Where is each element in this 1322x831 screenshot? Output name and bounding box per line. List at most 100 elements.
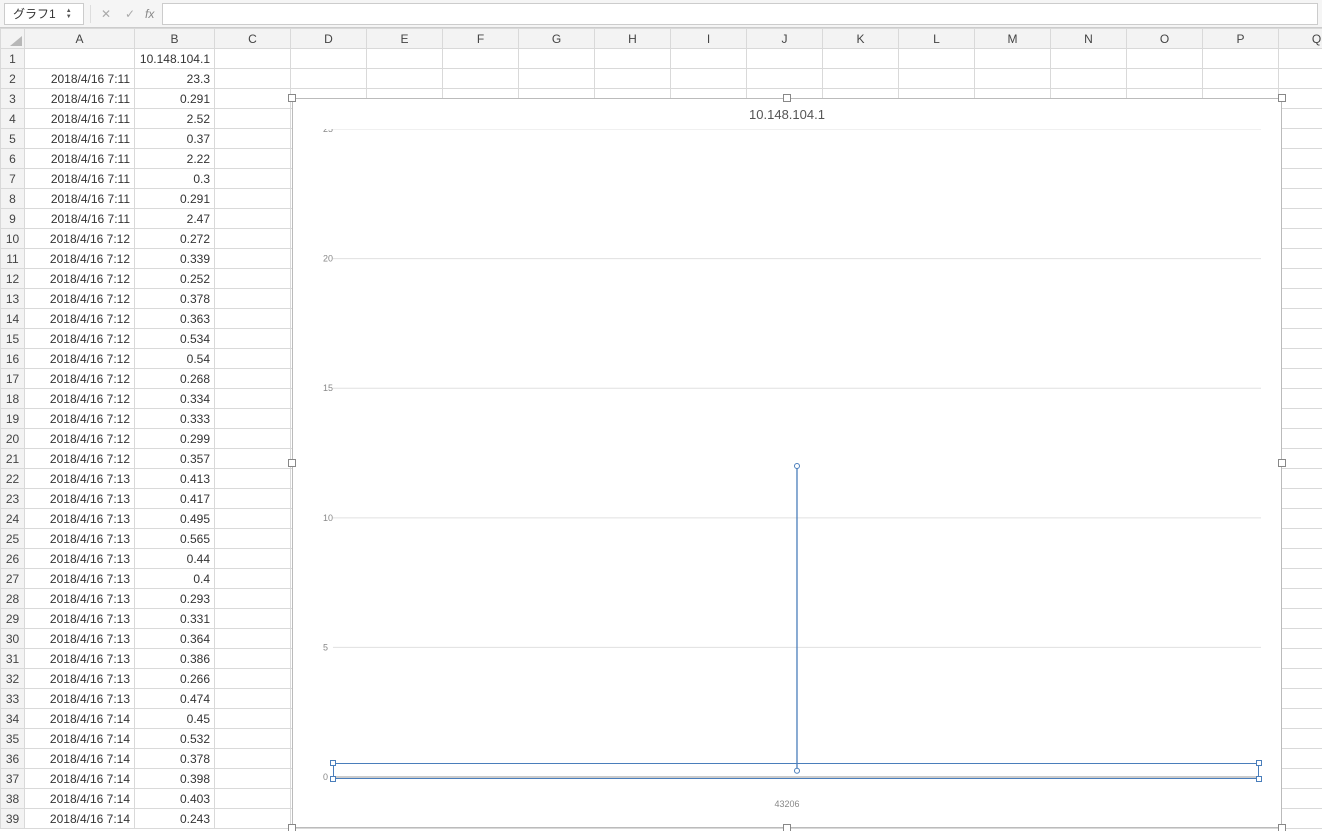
- cell[interactable]: [215, 149, 291, 169]
- cell[interactable]: [1279, 429, 1322, 449]
- cell[interactable]: [215, 229, 291, 249]
- cell[interactable]: 2018/4/16 7:12: [25, 269, 135, 289]
- resize-handle[interactable]: [783, 824, 791, 831]
- cell[interactable]: 0.403: [135, 789, 215, 809]
- cell[interactable]: [367, 69, 443, 89]
- cell[interactable]: [1279, 309, 1322, 329]
- cell[interactable]: 0.291: [135, 189, 215, 209]
- cell[interactable]: [1279, 509, 1322, 529]
- cell[interactable]: [443, 49, 519, 69]
- col-header[interactable]: H: [595, 29, 671, 49]
- cell[interactable]: 0.4: [135, 569, 215, 589]
- cell[interactable]: 0.398: [135, 769, 215, 789]
- cell[interactable]: [1203, 49, 1279, 69]
- cell[interactable]: [1279, 629, 1322, 649]
- cell[interactable]: [215, 369, 291, 389]
- row-header[interactable]: 22: [1, 469, 25, 489]
- cell[interactable]: [215, 689, 291, 709]
- cell[interactable]: 0.413: [135, 469, 215, 489]
- cell[interactable]: 2018/4/16 7:13: [25, 669, 135, 689]
- row-header[interactable]: 1: [1, 49, 25, 69]
- cell[interactable]: [215, 669, 291, 689]
- row-header[interactable]: 35: [1, 729, 25, 749]
- cell[interactable]: [215, 469, 291, 489]
- cell[interactable]: [595, 49, 671, 69]
- cell[interactable]: 2018/4/16 7:14: [25, 789, 135, 809]
- cell[interactable]: [823, 69, 899, 89]
- col-header[interactable]: L: [899, 29, 975, 49]
- formula-input[interactable]: [162, 3, 1318, 25]
- row-header[interactable]: 17: [1, 369, 25, 389]
- cell[interactable]: [899, 69, 975, 89]
- cell[interactable]: [1279, 529, 1322, 549]
- cell[interactable]: [823, 49, 899, 69]
- chart-object[interactable]: 10.148.104.1 0510152025 43206: [292, 98, 1282, 828]
- cell[interactable]: [215, 309, 291, 329]
- cell[interactable]: 2018/4/16 7:11: [25, 69, 135, 89]
- cell[interactable]: 0.44: [135, 549, 215, 569]
- col-header[interactable]: O: [1127, 29, 1203, 49]
- cell[interactable]: 0.266: [135, 669, 215, 689]
- cell[interactable]: 0.495: [135, 509, 215, 529]
- row-header[interactable]: 32: [1, 669, 25, 689]
- row-header[interactable]: 37: [1, 769, 25, 789]
- col-header[interactable]: M: [975, 29, 1051, 49]
- col-header[interactable]: K: [823, 29, 899, 49]
- row-header[interactable]: 36: [1, 749, 25, 769]
- col-header[interactable]: C: [215, 29, 291, 49]
- col-header[interactable]: J: [747, 29, 823, 49]
- cell[interactable]: [1127, 69, 1203, 89]
- cell[interactable]: [215, 349, 291, 369]
- resize-handle[interactable]: [1278, 94, 1286, 102]
- cell[interactable]: 0.532: [135, 729, 215, 749]
- row-header[interactable]: 38: [1, 789, 25, 809]
- cell[interactable]: [1127, 49, 1203, 69]
- cell[interactable]: 0.378: [135, 289, 215, 309]
- cell[interactable]: [1279, 569, 1322, 589]
- cell[interactable]: [1279, 609, 1322, 629]
- cell[interactable]: 0.333: [135, 409, 215, 429]
- cell[interactable]: [1279, 549, 1322, 569]
- cell[interactable]: 2018/4/16 7:11: [25, 89, 135, 109]
- row-header[interactable]: 9: [1, 209, 25, 229]
- cell[interactable]: 2018/4/16 7:13: [25, 509, 135, 529]
- col-header[interactable]: A: [25, 29, 135, 49]
- cell[interactable]: [215, 69, 291, 89]
- cell[interactable]: [747, 69, 823, 89]
- row-header[interactable]: 2: [1, 69, 25, 89]
- cell[interactable]: [1279, 689, 1322, 709]
- cell[interactable]: 0.243: [135, 809, 215, 829]
- cell[interactable]: [1279, 669, 1322, 689]
- row-header[interactable]: 39: [1, 809, 25, 829]
- plot-area[interactable]: 0510152025: [323, 129, 1261, 787]
- chart-title[interactable]: 10.148.104.1: [293, 107, 1281, 122]
- row-header[interactable]: 26: [1, 549, 25, 569]
- cell[interactable]: 0.357: [135, 449, 215, 469]
- cell[interactable]: 0.54: [135, 349, 215, 369]
- cell[interactable]: [215, 169, 291, 189]
- cell[interactable]: [1279, 489, 1322, 509]
- resize-handle[interactable]: [288, 459, 296, 467]
- cell[interactable]: 2018/4/16 7:14: [25, 769, 135, 789]
- cell[interactable]: [215, 269, 291, 289]
- cell[interactable]: 2018/4/16 7:11: [25, 149, 135, 169]
- cell[interactable]: [1279, 129, 1322, 149]
- cell[interactable]: [215, 509, 291, 529]
- cell[interactable]: 2018/4/16 7:12: [25, 349, 135, 369]
- cell[interactable]: 0.386: [135, 649, 215, 669]
- row-header[interactable]: 4: [1, 109, 25, 129]
- row-header[interactable]: 10: [1, 229, 25, 249]
- col-header[interactable]: D: [291, 29, 367, 49]
- cell[interactable]: [1279, 109, 1322, 129]
- cancel-formula-button[interactable]: ✕: [97, 5, 115, 23]
- cell[interactable]: [1051, 49, 1127, 69]
- cell[interactable]: [215, 729, 291, 749]
- cell[interactable]: [1279, 589, 1322, 609]
- cell[interactable]: 23.3: [135, 69, 215, 89]
- cell[interactable]: [215, 89, 291, 109]
- cell[interactable]: [1279, 49, 1322, 69]
- cell[interactable]: 2018/4/16 7:12: [25, 449, 135, 469]
- cell[interactable]: [1279, 269, 1322, 289]
- cell[interactable]: [443, 69, 519, 89]
- row-header[interactable]: 12: [1, 269, 25, 289]
